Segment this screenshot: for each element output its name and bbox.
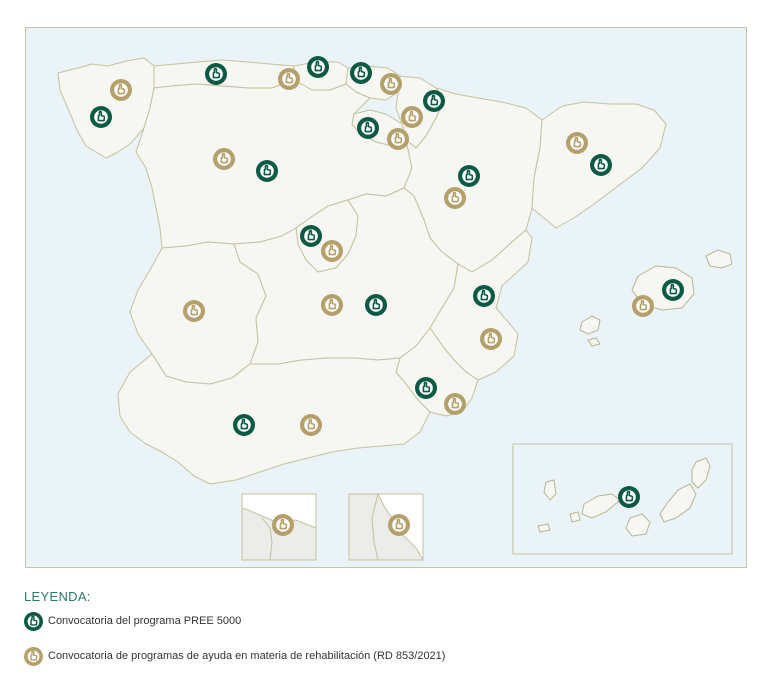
marker-paisvasco-pree[interactable]	[350, 62, 372, 84]
marker-madrid-pree[interactable]	[300, 225, 322, 247]
map-canvas	[57, 56, 733, 562]
island-formentera[interactable]	[587, 337, 601, 347]
marker-valencia-pree[interactable]	[473, 285, 495, 307]
marker-castillayleon-pree[interactable]	[256, 160, 278, 182]
legend-title: LEYENDA:	[24, 589, 91, 604]
marker-cataluna-rehab[interactable]	[566, 132, 588, 154]
marker-murcia-pree[interactable]	[415, 377, 437, 399]
marker-galicia-rehab[interactable]	[110, 79, 132, 101]
marker-larioja-rehab[interactable]	[387, 128, 409, 150]
island-tenerife[interactable]	[581, 493, 621, 519]
marker-galicia-pree[interactable]	[90, 106, 112, 128]
balearic-islands	[579, 249, 733, 347]
melilla-inset	[348, 493, 424, 562]
island-el-hierro[interactable]	[537, 523, 551, 533]
marker-aragon-rehab[interactable]	[444, 187, 466, 209]
island-menorca[interactable]	[705, 249, 733, 269]
region-andalucia[interactable]	[117, 353, 431, 485]
marker-baleares-rehab[interactable]	[632, 295, 654, 317]
marker-andalucia-pree[interactable]	[233, 414, 255, 436]
marker-paisvasco-rehab[interactable]	[380, 73, 402, 95]
marker-cataluna-pree[interactable]	[590, 154, 612, 176]
marker-andalucia-rehab[interactable]	[300, 414, 322, 436]
marker-aragon-pree[interactable]	[458, 165, 480, 187]
marker-extremadura-rehab[interactable]	[183, 300, 205, 322]
marker-asturias-pree[interactable]	[205, 63, 227, 85]
island-fuerteventura[interactable]	[659, 483, 697, 523]
island-lanzarote[interactable]	[691, 457, 711, 489]
marker-castillalamancha-pree[interactable]	[365, 294, 387, 316]
marker-canarias-pree[interactable]	[618, 486, 640, 508]
legend-item-rehab: Convocatoria de programas de ayuda en ma…	[24, 646, 764, 666]
marker-cantabria-pree[interactable]	[307, 56, 329, 78]
map-of-spain	[25, 27, 747, 568]
island-gran-canaria[interactable]	[625, 513, 651, 537]
legend-label-pree: Convocatoria del programa PREE 5000	[48, 615, 242, 627]
marker-baleares-pree[interactable]	[662, 279, 684, 301]
legend-item-pree: Convocatoria del programa PREE 5000	[24, 611, 764, 631]
hand-pointer-icon	[24, 611, 43, 631]
legend-label-rehab: Convocatoria de programas de ayuda en ma…	[48, 650, 446, 662]
legend: LEYENDA: Convocatoria del programa PREE …	[24, 589, 764, 666]
island-la-gomera[interactable]	[569, 511, 581, 523]
marker-madrid-rehab[interactable]	[321, 240, 343, 262]
marker-melilla-rehab[interactable]	[388, 514, 410, 536]
marker-asturias-rehab[interactable]	[278, 68, 300, 90]
marker-navarra-pree[interactable]	[423, 90, 445, 112]
marker-murcia-rehab[interactable]	[444, 393, 466, 415]
island-la-palma[interactable]	[543, 479, 557, 501]
marker-navarra-rehab[interactable]	[401, 106, 423, 128]
marker-valencia-rehab[interactable]	[480, 328, 502, 350]
hand-pointer-icon	[24, 646, 43, 666]
island-ibiza[interactable]	[579, 315, 601, 335]
marker-castillalamancha-rehab[interactable]	[321, 294, 343, 316]
marker-larioja-pree[interactable]	[357, 117, 379, 139]
marker-castillayleon-rehab[interactable]	[213, 148, 235, 170]
marker-ceuta-rehab[interactable]	[272, 514, 294, 536]
